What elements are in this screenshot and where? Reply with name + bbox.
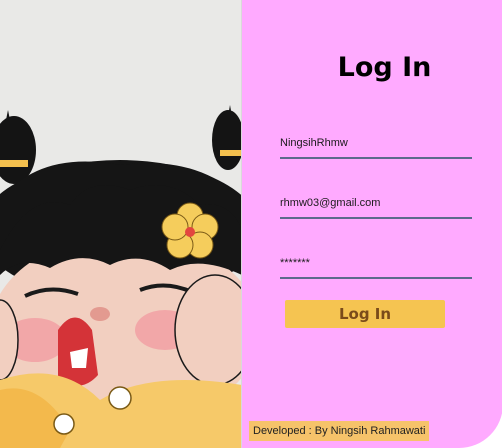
username-input[interactable] <box>280 137 470 149</box>
cartoon-girl-illustration <box>0 0 242 448</box>
password-field[interactable] <box>280 243 472 279</box>
password-input[interactable] <box>280 257 470 269</box>
login-panel: Log In Log In Developed : By Ningsih Rah… <box>241 0 502 448</box>
email-field[interactable] <box>280 183 472 219</box>
email-input[interactable] <box>280 197 470 209</box>
login-title: Log In <box>337 52 432 83</box>
cartoon-girl-image <box>0 0 242 448</box>
username-field[interactable] <box>280 123 472 159</box>
developer-credit: Developed : By Ningsih Rahmawati <box>249 421 430 441</box>
login-button[interactable]: Log In <box>285 300 445 328</box>
login-window: Log In Log In Developed : By Ningsih Rah… <box>0 0 502 448</box>
